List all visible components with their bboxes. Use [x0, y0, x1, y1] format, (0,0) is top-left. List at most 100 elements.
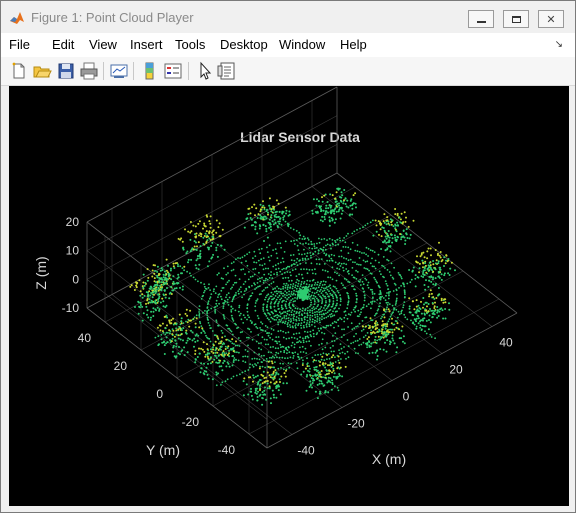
point	[326, 243, 329, 246]
point	[359, 284, 362, 286]
point	[273, 302, 276, 305]
point	[334, 244, 337, 247]
point	[358, 251, 361, 253]
dock-arrow-icon[interactable]: ↘	[555, 39, 563, 50]
print-icon[interactable]	[79, 61, 99, 81]
menu-file[interactable]: File	[9, 37, 30, 52]
point	[336, 367, 339, 370]
point	[438, 276, 441, 279]
menu-help[interactable]: Help	[340, 37, 367, 52]
property-inspector-icon[interactable]	[217, 61, 237, 81]
point	[279, 320, 282, 323]
point-cloud-chart[interactable]: Lidar Sensor Data -40-200204040200-20-40…	[9, 86, 569, 506]
point	[281, 312, 284, 315]
point	[340, 347, 343, 350]
point	[306, 279, 309, 282]
point	[253, 273, 256, 276]
point	[327, 315, 330, 318]
point	[250, 331, 252, 333]
pointer-icon[interactable]	[195, 61, 215, 81]
point	[302, 370, 305, 373]
point	[282, 362, 284, 365]
point	[429, 266, 432, 269]
point	[272, 393, 275, 396]
point	[286, 271, 289, 273]
menu-edit[interactable]: Edit	[52, 37, 74, 52]
point	[190, 248, 193, 251]
menu-view[interactable]: View	[89, 37, 117, 52]
point	[333, 372, 336, 375]
point	[409, 281, 412, 284]
point	[146, 268, 149, 271]
point	[198, 263, 201, 266]
point	[276, 356, 278, 359]
close-button[interactable]: ✕	[538, 10, 564, 28]
point	[408, 269, 411, 271]
point	[168, 297, 171, 300]
point	[249, 212, 252, 215]
point	[226, 265, 229, 268]
plot-area[interactable]: Lidar Sensor Data -40 -20 0 20 40 40 20 0 -20 -40…	[9, 86, 569, 506]
point	[330, 324, 332, 327]
point	[319, 361, 322, 363]
point	[326, 270, 329, 273]
point	[181, 285, 184, 288]
point	[266, 236, 269, 239]
point	[312, 379, 315, 382]
link-plot-icon[interactable]	[109, 61, 129, 81]
insert-colorbar-icon[interactable]	[140, 61, 160, 81]
point	[385, 350, 388, 353]
point	[319, 206, 321, 209]
point	[316, 320, 318, 323]
insert-legend-icon[interactable]	[163, 61, 183, 81]
point	[292, 317, 295, 320]
menu-desktop[interactable]: Desktop	[220, 37, 268, 52]
point	[304, 330, 306, 333]
point	[198, 253, 201, 256]
point	[282, 260, 285, 263]
point	[412, 321, 414, 324]
point	[302, 307, 304, 310]
point	[344, 197, 347, 200]
point	[278, 307, 280, 310]
point	[228, 352, 230, 355]
point	[192, 224, 195, 227]
point	[381, 324, 383, 327]
point	[438, 293, 441, 296]
point	[238, 306, 241, 309]
point	[292, 305, 295, 308]
point	[190, 258, 193, 261]
menu-window[interactable]: Window	[279, 37, 325, 52]
point	[290, 240, 293, 243]
point	[444, 317, 447, 320]
point	[329, 193, 332, 196]
point	[343, 328, 345, 331]
point	[361, 325, 364, 328]
point	[329, 284, 331, 287]
point	[267, 360, 270, 363]
point	[420, 329, 423, 331]
point	[181, 288, 184, 291]
maximize-button[interactable]	[503, 10, 529, 28]
save-icon[interactable]	[56, 61, 76, 81]
new-figure-icon[interactable]	[9, 61, 29, 81]
point	[177, 352, 180, 355]
point	[312, 272, 314, 275]
point	[288, 337, 290, 340]
open-file-icon[interactable]	[32, 61, 52, 81]
point	[406, 282, 409, 285]
point	[239, 312, 242, 315]
menu-insert[interactable]: Insert	[130, 37, 163, 52]
point	[151, 275, 154, 278]
point	[170, 319, 173, 322]
minimize-button[interactable]	[468, 10, 494, 28]
point	[396, 316, 399, 319]
point	[263, 273, 266, 276]
point	[203, 235, 206, 237]
point	[212, 346, 214, 349]
point	[196, 255, 199, 257]
point	[290, 336, 293, 339]
point	[313, 359, 316, 362]
point	[443, 265, 445, 267]
menu-tools[interactable]: Tools	[175, 37, 205, 52]
